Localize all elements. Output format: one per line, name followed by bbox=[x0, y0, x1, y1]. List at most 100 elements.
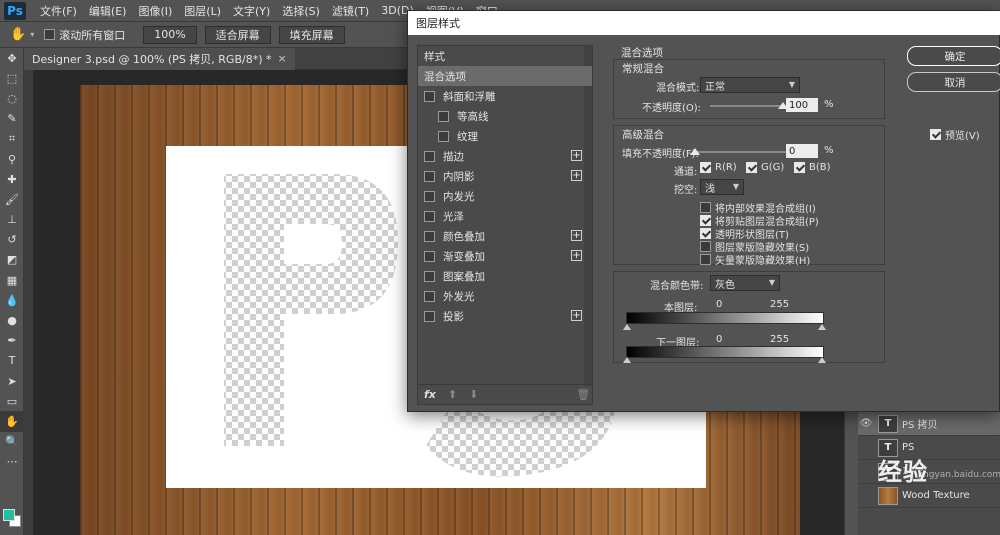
this-layer-white-slider[interactable] bbox=[818, 324, 826, 330]
healing-tool-icon[interactable]: ✚ bbox=[0, 169, 24, 189]
channel-g-checkbox[interactable] bbox=[746, 162, 757, 173]
hand-tool-icon[interactable]: ✋ bbox=[10, 27, 26, 42]
fill-opacity-slider-thumb[interactable] bbox=[690, 148, 700, 155]
menu-edit[interactable]: 编辑(E) bbox=[83, 3, 133, 19]
menu-file[interactable]: 文件(F) bbox=[34, 3, 83, 19]
zoom-100-button[interactable]: 100% bbox=[143, 25, 197, 44]
style-item-checkbox[interactable] bbox=[424, 210, 435, 222]
menu-filter[interactable]: 滤镜(T) bbox=[326, 3, 375, 19]
style-item[interactable]: 等高线 bbox=[418, 106, 592, 126]
style-item-checkbox[interactable] bbox=[438, 130, 449, 142]
type-tool-icon[interactable]: T bbox=[0, 351, 24, 371]
add-style-plus-icon[interactable]: + bbox=[571, 310, 582, 321]
blend-if-select[interactable]: 灰色 ▼ bbox=[710, 275, 780, 291]
add-style-plus-icon[interactable]: + bbox=[571, 230, 582, 241]
dodge-tool-icon[interactable]: ● bbox=[0, 310, 24, 330]
foreground-color-swatch[interactable] bbox=[3, 509, 15, 521]
opacity-slider[interactable] bbox=[710, 105, 784, 107]
channel-r-checkbox[interactable] bbox=[700, 162, 711, 173]
scroll-all-windows-option[interactable]: 滚动所有窗口 bbox=[44, 27, 125, 43]
style-item[interactable]: 内发光 bbox=[418, 186, 592, 206]
style-item[interactable]: 光泽 bbox=[418, 206, 592, 226]
move-up-icon[interactable]: ⬆ bbox=[448, 388, 457, 401]
close-icon[interactable]: × bbox=[278, 52, 287, 65]
menu-type[interactable]: 文字(Y) bbox=[227, 3, 276, 19]
style-item[interactable]: 描边 + bbox=[418, 146, 592, 166]
zoom-tool-icon[interactable]: 🔍 bbox=[0, 432, 24, 452]
knockout-select[interactable]: 浅 ▼ bbox=[700, 179, 744, 195]
quick-select-tool-icon[interactable]: ✎ bbox=[0, 109, 24, 129]
channel-b-checkbox[interactable] bbox=[794, 162, 805, 173]
crop-tool-icon[interactable]: ⌗ bbox=[0, 129, 24, 149]
path-select-tool-icon[interactable]: ➤ bbox=[0, 371, 24, 391]
cancel-button[interactable]: 取消 bbox=[907, 72, 1000, 92]
menu-layer[interactable]: 图层(L) bbox=[178, 3, 227, 19]
blur-tool-icon[interactable]: 💧 bbox=[0, 290, 24, 310]
style-item-checkbox[interactable] bbox=[438, 110, 449, 122]
style-item[interactable]: 混合选项 bbox=[418, 66, 592, 86]
fx-icon[interactable]: fx bbox=[424, 388, 436, 401]
style-item[interactable]: 斜面和浮雕 bbox=[418, 86, 592, 106]
hand-tool-active-icon[interactable]: ✋ bbox=[0, 411, 24, 432]
add-style-plus-icon[interactable]: + bbox=[571, 250, 582, 261]
marquee-tool-icon[interactable]: ⬚ bbox=[0, 68, 24, 88]
eraser-tool-icon[interactable]: ◩ bbox=[0, 250, 24, 270]
trash-icon[interactable]: 🗑 bbox=[576, 388, 590, 401]
layer-row[interactable]: 👁 T PS 拷贝 bbox=[858, 412, 1000, 436]
style-item-checkbox[interactable] bbox=[424, 270, 435, 282]
style-item-checkbox[interactable] bbox=[424, 170, 435, 182]
fit-screen-button[interactable]: 适合屏幕 bbox=[204, 25, 271, 44]
blend-mode-select[interactable]: 正常 ▼ bbox=[700, 77, 800, 93]
advanced-option-checkbox[interactable] bbox=[700, 254, 711, 265]
style-item-checkbox[interactable] bbox=[424, 230, 435, 242]
channel-g-option[interactable]: G(G) bbox=[746, 162, 784, 173]
style-item[interactable]: 投影 + bbox=[418, 306, 592, 326]
gradient-tool-icon[interactable]: ▦ bbox=[0, 270, 24, 290]
style-item-checkbox[interactable] bbox=[424, 250, 435, 262]
styles-header[interactable]: 样式 bbox=[418, 46, 592, 66]
fill-opacity-input[interactable]: 0 bbox=[786, 144, 818, 158]
document-tab[interactable]: Designer 3.psd @ 100% (PS 拷贝, RGB/8*) * … bbox=[24, 47, 295, 70]
advanced-option-checkbox[interactable] bbox=[700, 215, 711, 226]
preview-checkbox[interactable] bbox=[930, 129, 941, 140]
channel-b-option[interactable]: B(B) bbox=[794, 162, 831, 173]
eye-icon[interactable]: 👁 bbox=[858, 418, 874, 429]
advanced-option-checkbox[interactable] bbox=[700, 228, 711, 239]
add-style-plus-icon[interactable]: + bbox=[571, 170, 582, 181]
under-layer-black-slider[interactable] bbox=[623, 357, 631, 363]
shape-tool-icon[interactable]: ▭ bbox=[0, 391, 24, 411]
chevron-down-icon[interactable]: ▾ bbox=[30, 30, 34, 39]
channel-r-option[interactable]: R(R) bbox=[700, 162, 737, 173]
style-item-checkbox[interactable] bbox=[424, 90, 435, 102]
preview-option[interactable]: 预览(V) bbox=[930, 127, 980, 142]
pen-tool-icon[interactable]: ✒ bbox=[0, 331, 24, 351]
scroll-all-checkbox[interactable] bbox=[44, 29, 56, 40]
style-item-checkbox[interactable] bbox=[424, 290, 435, 302]
add-style-plus-icon[interactable]: + bbox=[571, 150, 582, 161]
style-item[interactable]: 内阴影 + bbox=[418, 166, 592, 186]
brush-tool-icon[interactable]: 🖌 bbox=[0, 189, 24, 209]
fill-opacity-slider[interactable] bbox=[694, 151, 788, 153]
advanced-option[interactable]: 矢量蒙版隐藏效果(H) bbox=[700, 252, 810, 267]
move-tool-icon[interactable]: ✥ bbox=[0, 48, 24, 68]
style-item[interactable]: 外发光 bbox=[418, 286, 592, 306]
advanced-option-checkbox[interactable] bbox=[700, 202, 711, 213]
fill-screen-button[interactable]: 填充屏幕 bbox=[278, 25, 345, 44]
ok-button[interactable]: 确定 bbox=[907, 46, 1000, 66]
stamp-tool-icon[interactable]: ⊥ bbox=[0, 210, 24, 230]
style-item-checkbox[interactable] bbox=[424, 190, 435, 202]
advanced-option-checkbox[interactable] bbox=[700, 241, 711, 252]
style-item-checkbox[interactable] bbox=[424, 150, 435, 162]
more-tools-icon[interactable]: ⋯ bbox=[0, 452, 24, 472]
style-item[interactable]: 渐变叠加 + bbox=[418, 246, 592, 266]
eyedropper-tool-icon[interactable]: ⚲ bbox=[0, 149, 24, 169]
menu-select[interactable]: 选择(S) bbox=[276, 3, 326, 19]
this-layer-black-slider[interactable] bbox=[623, 324, 631, 330]
dialog-title[interactable]: 图层样式 bbox=[408, 11, 1000, 35]
menu-image[interactable]: 图像(I) bbox=[132, 3, 178, 19]
style-item-checkbox[interactable] bbox=[424, 310, 435, 322]
under-layer-white-slider[interactable] bbox=[818, 357, 826, 363]
opacity-input[interactable]: 100 bbox=[786, 98, 818, 112]
history-brush-icon[interactable]: ↺ bbox=[0, 230, 24, 250]
style-item[interactable]: 纹理 bbox=[418, 126, 592, 146]
